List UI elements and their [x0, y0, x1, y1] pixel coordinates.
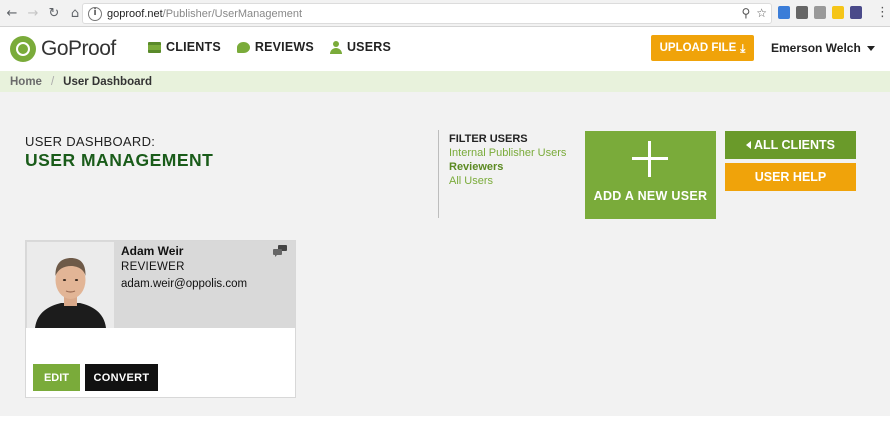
user-email: adam.weir@oppolis.com — [121, 278, 248, 290]
all-clients-button[interactable]: ALL CLIENTS — [725, 131, 856, 159]
url-path: /Publisher/UserManagement — [162, 7, 303, 20]
chevron-down-icon — [866, 46, 875, 51]
extension-icon[interactable] — [832, 6, 844, 19]
filter-all-users[interactable]: All Users — [449, 174, 566, 188]
chat-bubbles-icon[interactable] — [273, 245, 287, 257]
goproof-logo[interactable]: GoProof — [10, 36, 116, 62]
url-host: goproof.net — [107, 7, 163, 20]
filter-users: FILTER USERS Internal Publisher Users Re… — [449, 132, 566, 188]
all-clients-label: ALL CLIENTS — [753, 138, 836, 152]
reload-icon[interactable]: ↻ — [45, 4, 63, 22]
extension-icon[interactable] — [850, 6, 862, 19]
nav-clients[interactable]: CLIENTS — [148, 40, 221, 54]
upload-file-label: UPLOAD FILE — [659, 42, 737, 54]
filter-reviewers[interactable]: Reviewers — [449, 160, 566, 174]
divider — [438, 130, 439, 218]
info-icon[interactable]: i — [88, 6, 102, 21]
logo-text: GoProof — [41, 37, 116, 60]
zoom-icon[interactable]: ⚲ — [741, 6, 750, 20]
back-icon[interactable]: ← — [3, 4, 21, 22]
app-header: GoProof CLIENTS REVIEWS USERS UPLOAD FIL… — [0, 28, 890, 70]
nav-reviews-label: REVIEWS — [254, 40, 314, 54]
logo-icon — [10, 36, 36, 62]
add-new-user-label: ADD A NEW USER — [593, 189, 708, 203]
nav-clients-label: CLIENTS — [166, 40, 221, 54]
upload-icon: ⤓ — [740, 40, 746, 55]
plus-icon — [632, 141, 668, 177]
breadcrumb-current: User Dashboard — [63, 75, 152, 88]
page-footer-area — [0, 416, 890, 440]
bookmark-star-icon[interactable]: ☆ — [756, 6, 767, 20]
convert-user-button[interactable]: CONVERT — [85, 364, 158, 391]
user-card: Adam Weir REVIEWER adam.weir@oppolis.com… — [25, 240, 296, 398]
user-icon — [329, 40, 342, 54]
account-name: Emerson Welch — [771, 41, 861, 55]
upload-file-button[interactable]: UPLOAD FILE ⤓ — [651, 35, 754, 61]
avatar — [27, 242, 114, 328]
nav-users-label: USERS — [346, 40, 392, 54]
edit-user-button[interactable]: EDIT — [33, 364, 80, 391]
filter-internal-publisher-users[interactable]: Internal Publisher Users — [449, 146, 566, 160]
user-name: Adam Weir — [121, 244, 184, 258]
user-photo-icon — [27, 242, 114, 328]
extensions-bar — [778, 6, 862, 19]
filter-title: FILTER USERS — [449, 133, 528, 145]
nav-reviews[interactable]: REVIEWS — [236, 40, 314, 54]
nav-users[interactable]: USERS — [329, 40, 392, 54]
folder-stack-icon — [148, 41, 161, 53]
breadcrumb: Home / User Dashboard — [0, 71, 890, 92]
main-nav: CLIENTS REVIEWS USERS — [148, 40, 391, 54]
browser-toolbar: ← → ↻ ⌂ i goproof.net/Publisher/UserMana… — [0, 0, 890, 27]
user-help-button[interactable]: USER HELP — [725, 163, 856, 191]
breadcrumb-separator: / — [50, 75, 55, 88]
user-account-menu[interactable]: Emerson Welch — [771, 41, 875, 55]
extension-icon[interactable] — [814, 6, 826, 19]
user-role: REVIEWER — [121, 261, 185, 273]
extension-icon[interactable] — [796, 6, 808, 19]
speech-bubble-icon — [236, 41, 250, 53]
extension-icon[interactable] — [778, 6, 790, 19]
page-subtitle: USER DASHBOARD: — [25, 134, 156, 149]
breadcrumb-home[interactable]: Home — [10, 76, 42, 88]
main-content: USER DASHBOARD: USER MANAGEMENT FILTER U… — [0, 92, 890, 416]
caret-left-icon — [745, 141, 751, 149]
browser-menu-icon[interactable]: ⋮ — [876, 5, 889, 20]
address-bar[interactable]: i goproof.net/Publisher/UserManagement ⚲… — [82, 3, 772, 24]
forward-icon[interactable]: → — [24, 4, 42, 22]
add-new-user-button[interactable]: ADD A NEW USER — [585, 131, 716, 219]
page-title: USER MANAGEMENT — [25, 150, 214, 170]
